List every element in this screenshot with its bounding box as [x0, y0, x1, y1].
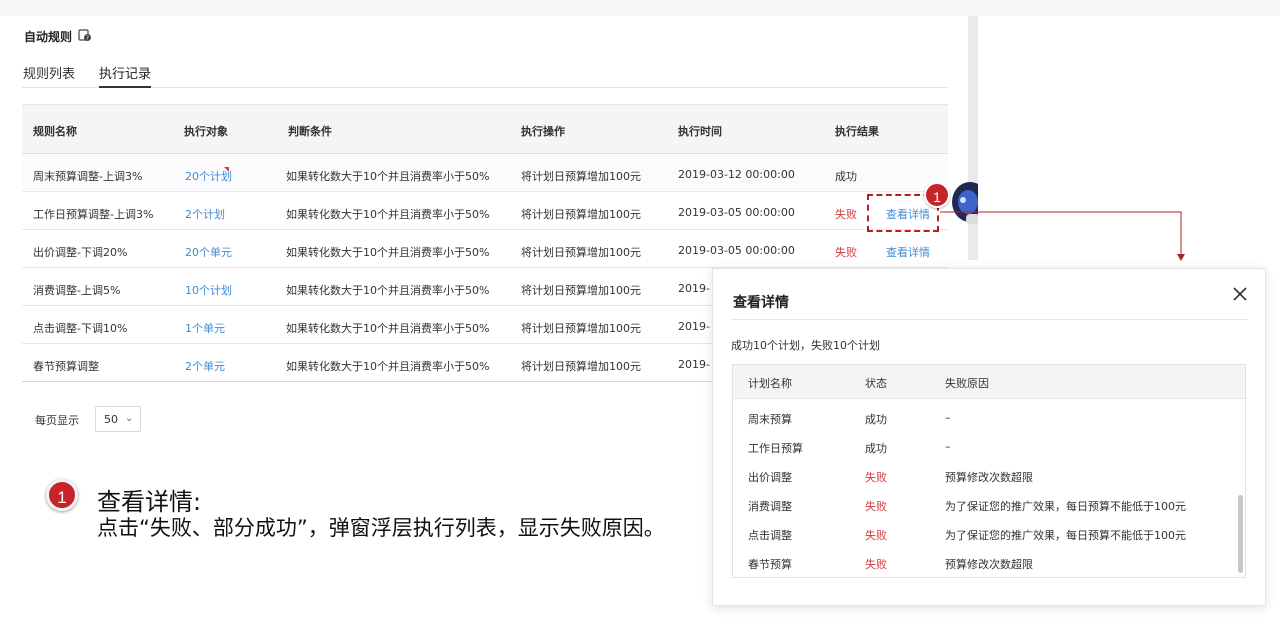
target-link[interactable]: 10个计划	[185, 282, 232, 298]
details-table-header: 计划名称 状态 失败原因	[733, 365, 1245, 399]
col-rule-name: 规则名称	[33, 125, 77, 138]
list-item: 春节预算 失败 预算修改次数超限	[733, 548, 1233, 577]
exec-time: 2019-	[678, 282, 710, 295]
result-status: 失败	[835, 246, 857, 259]
condition: 如果转化数大于10个并且消费率小于50%	[286, 246, 490, 259]
rule-name: 春节预算调整	[33, 360, 99, 373]
annotation-body: 点击“失败、部分成功”，弹窗浮层执行列表，显示失败原因。	[97, 516, 665, 540]
plan-status: 失败	[865, 471, 887, 484]
details-table: 计划名称 状态 失败原因 周末预算 成功 – 工作日预算 成功 – 出价调整 失…	[732, 364, 1246, 578]
rule-name: 出价调整-下调20%	[33, 246, 128, 259]
rule-name: 消费调整-上调5%	[33, 284, 121, 297]
action: 将计划日预算增加100元	[521, 170, 641, 183]
rule-name: 周末预算调整-上调3%	[33, 170, 143, 183]
annotation-number-badge: 1	[46, 479, 78, 511]
list-item: 周末预算 成功 –	[733, 403, 1233, 432]
fail-reason: –	[945, 411, 951, 424]
help-doc-icon[interactable]: ?	[78, 29, 92, 42]
target-link[interactable]: 2个单元	[185, 358, 225, 374]
tab-bar: 规则列表 执行记录	[22, 60, 948, 88]
page-size-select[interactable]: 50 ⌄	[95, 406, 141, 432]
top-strip	[0, 0, 1280, 16]
table-header: 规则名称 执行对象 判断条件 执行操作 执行时间 执行结果	[22, 104, 948, 154]
plan-status: 失败	[865, 529, 887, 542]
plan-status: 成功	[865, 442, 887, 455]
tab-rule-list[interactable]: 规则列表	[23, 63, 75, 88]
plan-status: 失败	[865, 500, 887, 513]
plan-name: 春节预算	[748, 558, 792, 571]
target-link[interactable]: 1个单元	[185, 320, 225, 336]
modal-summary: 成功10个计划，失败10个计划	[731, 339, 880, 352]
callout-number-badge: 1	[924, 182, 950, 208]
list-item: 消费调整 失败 为了保证您的推广效果，每日预算不能低于100元	[733, 490, 1233, 519]
plan-status: 失败	[865, 558, 887, 571]
edit-flag-icon	[224, 167, 229, 172]
col-fail-reason: 失败原因	[945, 377, 989, 390]
rule-name: 工作日预算调整-上调3%	[33, 208, 154, 221]
details-scrollbar[interactable]	[1235, 399, 1245, 577]
exec-time: 2019-	[678, 320, 710, 333]
annotation-title: 查看详情:	[97, 488, 202, 516]
exec-time: 2019-03-12 00:00:00	[678, 168, 795, 181]
table-row: 出价调整-下调20% 20个单元 如果转化数大于10个并且消费率小于50% 将计…	[22, 230, 948, 268]
scrollbar-thumb[interactable]	[1238, 495, 1243, 573]
page-title: 自动规则	[24, 30, 73, 44]
list-item: 出价调整 失败 预算修改次数超限	[733, 461, 1233, 490]
target-link[interactable]: 2个计划	[185, 206, 225, 222]
col-target: 执行对象	[184, 125, 228, 138]
modal-title: 查看详情	[733, 295, 789, 311]
fail-reason: 为了保证您的推广效果，每日预算不能低于100元	[945, 529, 1186, 542]
exec-time: 2019-03-05 00:00:00	[678, 244, 795, 257]
condition: 如果转化数大于10个并且消费率小于50%	[286, 208, 490, 221]
view-details-link[interactable]: 查看详情	[886, 244, 930, 260]
list-item: 工作日预算 成功 –	[733, 432, 1233, 461]
fail-reason: 预算修改次数超限	[945, 558, 1033, 571]
tab-execution-records[interactable]: 执行记录	[99, 63, 152, 88]
fail-reason: 预算修改次数超限	[945, 471, 1033, 484]
page-size-label: 每页显示	[35, 414, 79, 427]
plan-name: 周末预算	[748, 413, 792, 426]
plan-name: 工作日预算	[748, 442, 803, 455]
page-size-value: 50	[104, 413, 118, 426]
plan-name: 出价调整	[748, 471, 792, 484]
col-status: 状态	[865, 377, 887, 390]
col-condition: 判断条件	[288, 125, 332, 138]
action: 将计划日预算增加100元	[521, 322, 641, 335]
plan-name: 消费调整	[748, 500, 792, 513]
svg-text:?: ?	[86, 36, 89, 42]
plan-name: 点击调整	[748, 529, 792, 542]
chevron-down-icon: ⌄	[125, 413, 134, 424]
table-row: 工作日预算调整-上调3% 2个计划 如果转化数大于10个并且消费率小于50% 将…	[22, 192, 948, 230]
col-result: 执行结果	[835, 125, 879, 138]
fail-reason: –	[945, 440, 951, 453]
rule-name: 点击调整-下调10%	[33, 322, 128, 335]
col-plan-name: 计划名称	[748, 377, 792, 390]
condition: 如果转化数大于10个并且消费率小于50%	[286, 360, 490, 373]
close-icon[interactable]	[1231, 285, 1249, 303]
col-action: 执行操作	[521, 125, 565, 138]
condition: 如果转化数大于10个并且消费率小于50%	[286, 170, 490, 183]
fail-reason: 为了保证您的推广效果，每日预算不能低于100元	[945, 500, 1186, 513]
action: 将计划日预算增加100元	[521, 360, 641, 373]
action: 将计划日预算增加100元	[521, 208, 641, 221]
exec-time: 2019-	[678, 358, 710, 371]
table-row: 周末预算调整-上调3% 20个计划 如果转化数大于10个并且消费率小于50% 将…	[22, 154, 948, 192]
action: 将计划日预算增加100元	[521, 246, 641, 259]
list-item: 点击调整 失败 为了保证您的推广效果，每日预算不能低于100元	[733, 519, 1233, 548]
col-time: 执行时间	[678, 125, 722, 138]
result-status: 成功	[835, 170, 857, 183]
condition: 如果转化数大于10个并且消费率小于50%	[286, 284, 490, 297]
details-modal: 查看详情 成功10个计划，失败10个计划 计划名称 状态 失败原因 周末预算 成…	[712, 268, 1266, 606]
exec-time: 2019-03-05 00:00:00	[678, 206, 795, 219]
modal-divider	[731, 319, 1247, 320]
target-link[interactable]: 20个单元	[185, 244, 232, 260]
result-status: 失败	[835, 208, 857, 221]
action: 将计划日预算增加100元	[521, 284, 641, 297]
plan-status: 成功	[865, 413, 887, 426]
condition: 如果转化数大于10个并且消费率小于50%	[286, 322, 490, 335]
robot-mascot-icon	[952, 182, 978, 224]
